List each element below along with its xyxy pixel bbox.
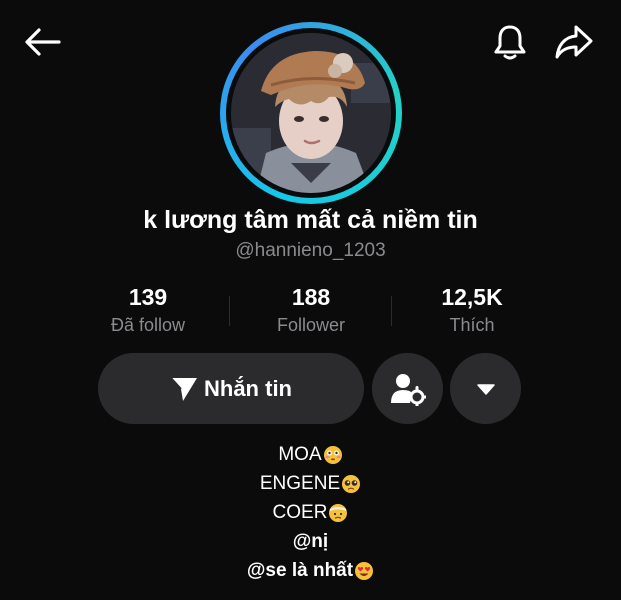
avatar[interactable] xyxy=(231,33,391,193)
person-settings-icon xyxy=(390,373,426,406)
stat-following[interactable]: 139 Đã follow xyxy=(58,284,238,336)
profile-settings-button[interactable] xyxy=(372,353,443,424)
bio-mention[interactable]: @nị xyxy=(293,527,328,556)
bio-line: COER xyxy=(0,498,621,527)
bio-line-text: COER xyxy=(272,502,328,523)
back-arrow-icon xyxy=(25,28,61,56)
pleading-face-icon xyxy=(342,474,361,493)
bio-line: ENGENE xyxy=(0,469,621,498)
face-with-head-bandage-icon xyxy=(329,503,348,522)
share-icon xyxy=(555,25,593,59)
bell-icon xyxy=(494,25,526,60)
likes-label: Thích xyxy=(449,315,495,335)
send-icon xyxy=(170,376,197,401)
follower-label: Follower xyxy=(276,315,346,335)
chevron-down-icon xyxy=(476,383,495,395)
flushed-face-icon xyxy=(323,445,342,464)
stat-followers[interactable]: 188 Follower xyxy=(221,284,401,336)
bio-line-text: MOA xyxy=(278,444,322,465)
display-name: k lương tâm mất cả niềm tin xyxy=(143,206,478,234)
following-label: Đã follow xyxy=(110,315,186,335)
bio-line: @se là nhất xyxy=(0,556,621,585)
profile-stats: 139 Đã follow 188 Follower 12,5K Thích xyxy=(0,284,621,340)
bio-mention[interactable]: @se là nhất xyxy=(247,556,353,585)
heart-eyes-face-icon xyxy=(355,561,374,580)
bio-line-text: ENGENE xyxy=(259,473,341,494)
follower-count: 188 xyxy=(291,284,331,310)
avatar-photo xyxy=(231,33,391,193)
stat-likes[interactable]: 12,5K Thích xyxy=(382,284,562,336)
message-button-label: Nhắn tin xyxy=(204,375,292,401)
username: @hannieno_1203 xyxy=(235,240,386,261)
bio: MOA ENGENE COER @nị @se là nhất xyxy=(0,440,621,585)
likes-count: 12,5K xyxy=(441,284,503,310)
bio-line: MOA xyxy=(0,440,621,469)
following-count: 139 xyxy=(128,284,168,310)
share-button[interactable] xyxy=(552,20,596,64)
bio-line: @nị xyxy=(0,527,621,556)
avatar-ring xyxy=(220,22,402,204)
more-options-button[interactable] xyxy=(450,353,521,424)
message-button[interactable]: Nhắn tin xyxy=(98,353,364,424)
notification-button[interactable] xyxy=(488,20,532,64)
back-button[interactable] xyxy=(20,20,64,64)
